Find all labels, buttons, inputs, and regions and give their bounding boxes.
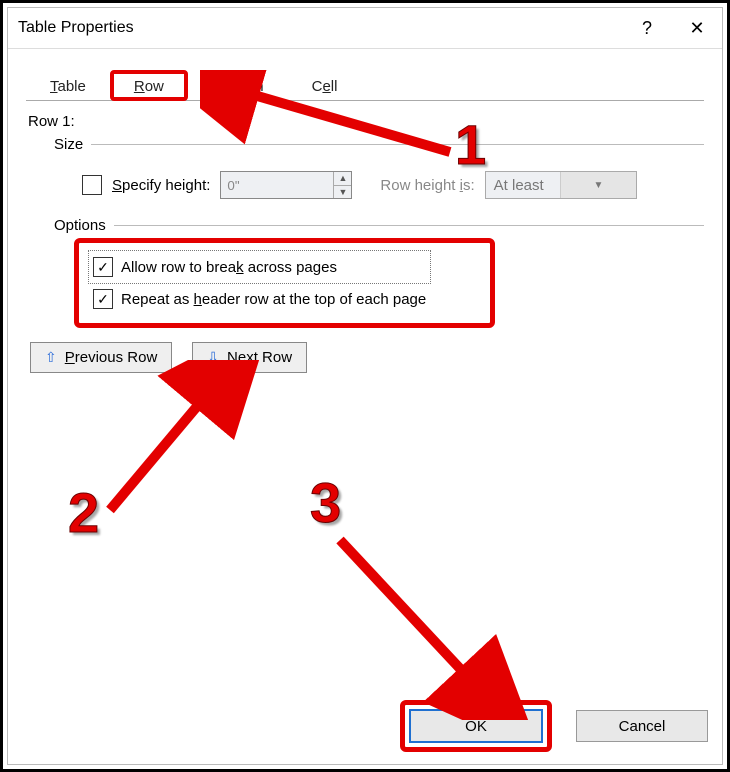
nav-row: ⇧ Previous Row ⇩ Next Row (30, 342, 704, 373)
dialog-content: Table Row Column Cell Row 1: Size Specif… (8, 49, 722, 373)
tab-row[interactable]: Row (110, 70, 188, 101)
row-height-mode-value: At least (486, 177, 561, 194)
dialog-title: Table Properties (18, 19, 622, 37)
divider (114, 225, 704, 226)
spinner-down-icon[interactable]: ▼ (334, 186, 351, 199)
row-height-mode-combo[interactable]: At least ▼ (485, 171, 637, 199)
ok-highlight-box: OK (400, 700, 552, 752)
tab-bar: Table Row Column Cell (26, 69, 704, 101)
next-row-label: Next Row (227, 349, 292, 366)
options-group-label: Options (54, 217, 704, 234)
row-indicator: Row 1: (28, 113, 704, 130)
next-row-button[interactable]: ⇩ Next Row (192, 342, 307, 373)
option-allow-break[interactable]: ✓ Allow row to break across pages (89, 251, 430, 283)
previous-row-label: Previous Row (65, 349, 158, 366)
divider (91, 144, 704, 145)
ok-button[interactable]: OK (409, 709, 543, 743)
tab-column[interactable]: Column (188, 70, 288, 101)
spinner-arrows[interactable]: ▲ ▼ (333, 172, 351, 198)
spinner-up-icon[interactable]: ▲ (334, 172, 351, 186)
help-button[interactable]: ? (622, 8, 672, 48)
tab-table[interactable]: Table (26, 70, 110, 101)
size-row: Specify height: ▲ ▼ Row height is: At le… (82, 171, 704, 199)
repeat-header-checkbox[interactable]: ✓ (93, 289, 113, 309)
titlebar: Table Properties ? ✕ (8, 8, 722, 49)
options-highlight-box: ✓ Allow row to break across pages ✓ Repe… (74, 238, 495, 328)
option-repeat-header[interactable]: ✓ Repeat as header row at the top of eac… (89, 283, 430, 315)
allow-break-checkbox[interactable]: ✓ (93, 257, 113, 277)
row-height-is-label: Row height is: (380, 177, 474, 194)
arrow-down-icon: ⇩ (207, 349, 219, 366)
size-group-label: Size (54, 136, 704, 153)
height-spinner[interactable]: ▲ ▼ (220, 171, 352, 199)
specify-height-label: Specify height: (112, 177, 210, 194)
help-icon: ? (642, 18, 652, 39)
table-properties-dialog: Table Properties ? ✕ Table Row Column Ce… (7, 7, 723, 765)
tab-cell[interactable]: Cell (288, 70, 362, 101)
allow-break-label: Allow row to break across pages (121, 259, 337, 276)
arrow-up-icon: ⇧ (45, 349, 57, 366)
dialog-button-bar: OK Cancel (400, 700, 708, 752)
cancel-button[interactable]: Cancel (576, 710, 708, 742)
specify-height-checkbox[interactable] (82, 175, 102, 195)
close-icon: ✕ (689, 18, 704, 39)
repeat-header-label: Repeat as header row at the top of each … (121, 291, 426, 308)
previous-row-button[interactable]: ⇧ Previous Row (30, 342, 172, 373)
chevron-down-icon: ▼ (560, 172, 636, 198)
height-input[interactable] (221, 172, 333, 198)
close-button[interactable]: ✕ (672, 8, 722, 48)
